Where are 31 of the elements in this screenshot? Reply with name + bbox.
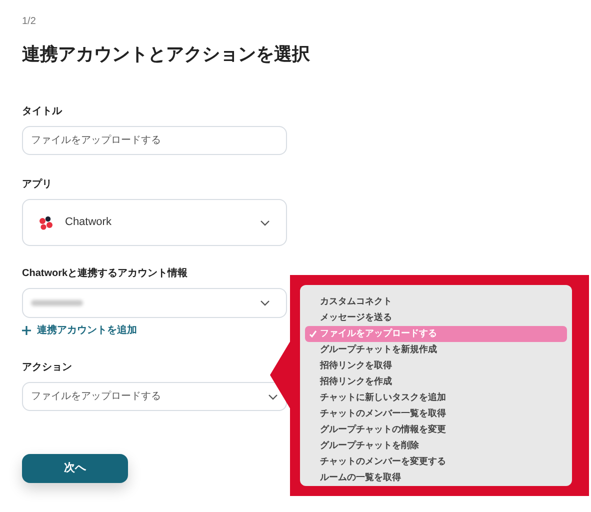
account-select-field[interactable]	[22, 288, 287, 318]
menu-item[interactable]: チャットのメンバー一覧を取得	[305, 406, 567, 422]
page-heading: 連携アカウントとアクションを選択	[22, 43, 311, 66]
plus-icon	[22, 326, 31, 335]
menu-item[interactable]: グループチャットの情報を変更	[305, 422, 567, 438]
app-select-field[interactable]: Chatwork	[22, 199, 287, 246]
menu-item[interactable]: カスタムコネクト	[305, 294, 567, 310]
blurred-account-name	[31, 300, 83, 306]
menu-item[interactable]: チャットのメンバーを変更する	[305, 454, 567, 470]
chevron-down-icon	[260, 300, 270, 306]
menu-item[interactable]: ルームの一覧を取得	[305, 470, 567, 486]
app-name: Chatwork	[65, 215, 112, 230]
menu-item[interactable]: チャットに新しいタスクを追加	[305, 390, 567, 406]
field-label: Chatworkと連携するアカウント情報	[22, 266, 188, 281]
menu-item[interactable]: メッセージを送る	[305, 310, 567, 326]
check-icon	[308, 330, 316, 338]
step-indicator: 1/2	[22, 15, 37, 29]
field-label: タイトル	[22, 105, 62, 119]
field-label: アクション	[22, 361, 72, 375]
chevron-down-icon	[268, 394, 278, 400]
app-logo-icon	[39, 216, 53, 230]
action-select-field[interactable]: ファイルをアップロードする	[22, 382, 287, 411]
menu-item[interactable]: 招待リンクを作成	[305, 374, 567, 390]
field-label: アプリ	[22, 177, 52, 192]
title-input-field[interactable]: ファイルをアップロードする	[22, 126, 287, 155]
chevron-down-icon	[260, 220, 270, 226]
next-button[interactable]: 次へ	[22, 454, 128, 483]
menu-item[interactable]: グループチャットを削除	[305, 438, 567, 454]
menu-item[interactable]: グループチャットを新規作成	[305, 342, 567, 358]
menu-item[interactable]: 招待リンクを取得	[305, 358, 567, 374]
add-account-link[interactable]: 連携アカウントを追加	[22, 323, 137, 338]
